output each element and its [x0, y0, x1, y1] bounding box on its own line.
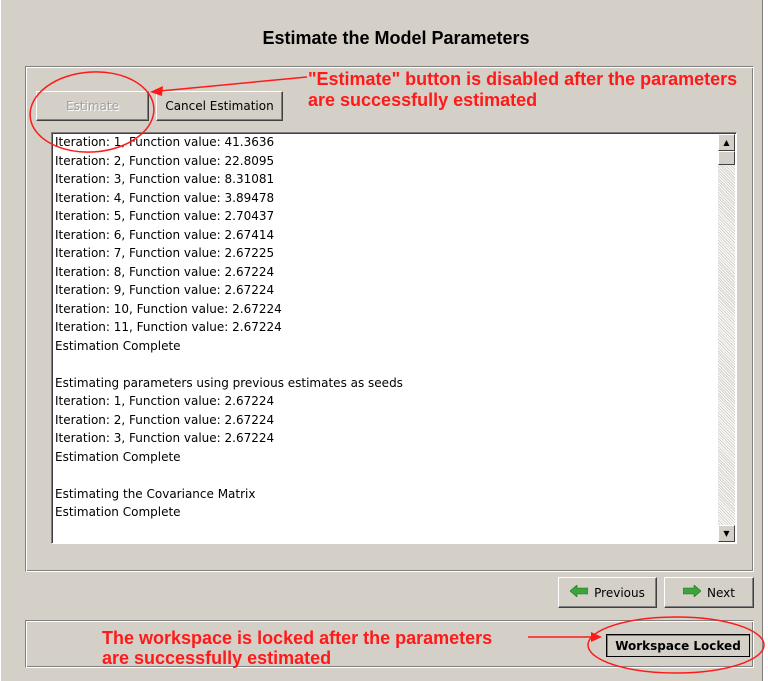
- log-line: Estimating the Covariance Matrix: [55, 486, 256, 501]
- previous-label: Previous: [594, 585, 645, 600]
- next-button[interactable]: Next: [664, 577, 754, 608]
- scroll-up-icon[interactable]: ▲: [718, 134, 735, 151]
- next-label: Next: [707, 585, 735, 600]
- log-line: Iteration: 5, Function value: 2.70437: [55, 209, 275, 223]
- scroll-thumb[interactable]: [718, 151, 735, 165]
- previous-button[interactable]: Previous: [558, 577, 657, 608]
- estimation-log[interactable]: Iteration: 1, Function value: 41.3636 Ite…: [51, 132, 737, 544]
- log-line: Iteration: 1, Function value: 41.3636: [55, 135, 275, 149]
- log-line: Iteration: 2, Function value: 2.67224: [55, 412, 275, 427]
- estimate-annotation-line1: "Estimate" button is disabled after the …: [308, 69, 738, 89]
- log-scrollbar[interactable]: ▲ ▼: [718, 134, 735, 542]
- log-line: Iteration: 3, Function value: 2.67224: [55, 431, 275, 445]
- log-line: Iteration: 8, Function value: 2.67224: [55, 264, 275, 279]
- log-line: Iteration: 11, Function value: 2.67224: [55, 320, 282, 334]
- log-line: Estimating parameters using previous est…: [55, 375, 403, 390]
- log-line: Estimation Complete: [55, 449, 181, 464]
- cancel-estimation-label: Cancel Estimation: [165, 99, 274, 113]
- log-line: Iteration: 2, Function value: 22.8095: [55, 153, 275, 168]
- log-line: Estimation Complete: [55, 505, 181, 519]
- log-line: Iteration: 6, Function value: 2.67414: [55, 227, 275, 242]
- log-line: Iteration: 7, Function value: 2.67225: [55, 246, 275, 260]
- arrow-right-icon: [682, 584, 702, 600]
- log-line: Iteration: 1, Function value: 2.67224: [55, 394, 275, 408]
- log-line: Iteration: 9, Function value: 2.67224: [55, 283, 275, 297]
- estimate-button[interactable]: Estimate: [36, 91, 149, 121]
- cancel-estimation-button[interactable]: Cancel Estimation: [156, 91, 283, 121]
- log-line: Iteration: 4, Function value: 3.89478: [55, 190, 275, 205]
- estimate-button-label: Estimate: [65, 99, 119, 113]
- estimate-annotation-line2: are successfully estimated: [308, 90, 538, 110]
- log-line: Estimation Complete: [55, 338, 181, 353]
- scroll-down-icon[interactable]: ▼: [718, 525, 735, 542]
- locked-annotation-line2: are successfully estimated: [102, 648, 332, 668]
- workspace-locked-badge: Workspace Locked: [606, 634, 750, 657]
- log-line: Iteration: 3, Function value: 8.31081: [55, 172, 275, 186]
- log-line: Iteration: 10, Function value: 2.67224: [55, 301, 282, 316]
- log-lines: Iteration: 1, Function value: 41.3636 Ite…: [55, 133, 715, 522]
- locked-annotation-line1: The workspace is locked after the parame…: [102, 628, 493, 648]
- arrow-left-icon: [569, 584, 589, 600]
- page-title: Estimate the Model Parameters: [262, 28, 530, 48]
